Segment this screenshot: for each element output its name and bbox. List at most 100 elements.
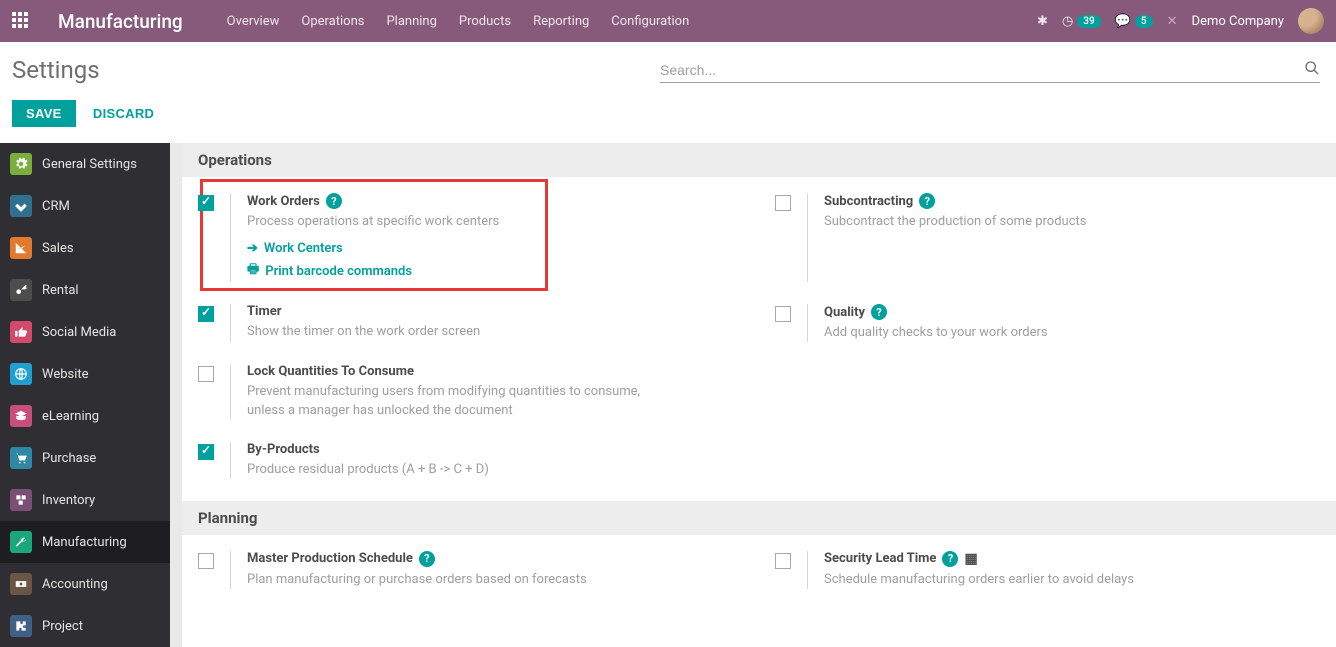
link-print-barcode[interactable]: 🖶 Print barcode commands	[247, 260, 743, 282]
settings-sidebar: General Settings CRM Sales Rental Social…	[0, 143, 170, 647]
setting-title-label: Subcontracting	[824, 194, 913, 209]
sidebar-item-label: Manufacturing	[42, 535, 127, 550]
sidebar-item-label: Website	[42, 367, 89, 382]
activities-button[interactable]: ◷ 39	[1062, 14, 1101, 29]
search-input[interactable]	[660, 58, 1304, 82]
messages-badge: 5	[1135, 15, 1153, 28]
subheader: Settings	[0, 42, 1336, 90]
setting-desc: Produce residual products (A + B -> C + …	[247, 461, 667, 479]
search-icon[interactable]	[1304, 60, 1320, 80]
sidebar-item-label: Sales	[42, 241, 74, 256]
setting-title-label: Security Lead Time	[824, 551, 936, 566]
sidebar-item-label: Inventory	[42, 493, 95, 508]
gear-icon	[10, 153, 32, 175]
key-icon	[10, 279, 32, 301]
setting-title-label: By-Products	[247, 442, 320, 457]
setting-title-label: Timer	[247, 304, 282, 319]
sidebar-item-purchase[interactable]: Purchase	[0, 437, 170, 479]
sidebar-item-elearning[interactable]: eLearning	[0, 395, 170, 437]
sidebar-item-general-settings[interactable]: General Settings	[0, 143, 170, 185]
section-operations-title: Operations	[182, 143, 1336, 177]
setting-by-products: By-Products Produce residual products (A…	[182, 426, 759, 501]
setting-desc: Subcontract the production of some produ…	[824, 213, 1244, 231]
print-icon: 🖶	[247, 260, 259, 282]
help-icon[interactable]: ?	[919, 193, 935, 209]
search-field[interactable]	[660, 58, 1320, 83]
setting-title-label: Master Production Schedule	[247, 551, 413, 566]
help-icon[interactable]: ?	[942, 551, 958, 567]
top-navbar: Manufacturing Overview Operations Planni…	[0, 0, 1336, 42]
setting-title-label: Quality	[824, 305, 865, 320]
sidebar-item-label: Social Media	[42, 325, 116, 340]
help-icon[interactable]: ?	[326, 193, 342, 209]
sidebar-item-label: Project	[42, 619, 83, 634]
help-icon[interactable]: ?	[419, 551, 435, 567]
activities-badge: 39	[1077, 15, 1100, 28]
nav-links: Overview Operations Planning Products Re…	[227, 14, 690, 29]
sidebar-item-social[interactable]: Social Media	[0, 311, 170, 353]
checkbox-work-orders[interactable]	[198, 195, 214, 211]
nav-products[interactable]: Products	[459, 14, 511, 29]
app-brand: Manufacturing	[58, 10, 183, 33]
user-avatar[interactable]	[1298, 8, 1324, 34]
sidebar-item-website[interactable]: Website	[0, 353, 170, 395]
nav-overview[interactable]: Overview	[227, 14, 280, 29]
nav-operations[interactable]: Operations	[301, 14, 364, 29]
sidebar-item-crm[interactable]: CRM	[0, 185, 170, 227]
sidebar-item-label: Purchase	[42, 451, 96, 466]
globe-icon	[10, 363, 32, 385]
setting-title-label: Work Orders	[247, 194, 320, 209]
checkbox-mps[interactable]	[198, 553, 214, 569]
link-label: Print barcode commands	[265, 264, 412, 279]
setting-quality: Quality ? Add quality checks to your wor…	[759, 288, 1336, 348]
link-work-centers[interactable]: ➔Work Centers	[247, 241, 743, 256]
sidebar-scrollbar[interactable]	[170, 143, 182, 647]
setting-mps: Master Production Schedule ? Plan manufa…	[182, 535, 759, 595]
sidebar-item-manufacturing[interactable]: Manufacturing	[0, 521, 170, 563]
checkbox-timer[interactable]	[198, 306, 214, 322]
apps-icon[interactable]	[12, 12, 30, 30]
wrench-icon[interactable]: ✕	[1167, 14, 1178, 29]
setting-desc: Add quality checks to your work orders	[824, 324, 1244, 342]
discard-button[interactable]: DISCARD	[79, 100, 168, 127]
cap-icon	[10, 405, 32, 427]
setting-desc: Process operations at specific work cent…	[247, 213, 667, 231]
help-icon[interactable]: ?	[871, 304, 887, 320]
setting-desc: Show the timer on the work order screen	[247, 323, 667, 341]
settings-content: Operations Work Orders ? Process operati…	[182, 143, 1336, 647]
sidebar-item-rental[interactable]: Rental	[0, 269, 170, 311]
checkbox-quality[interactable]	[775, 306, 791, 322]
save-button[interactable]: SAVE	[12, 100, 76, 127]
sidebar-item-label: Rental	[42, 283, 79, 298]
sidebar-item-sales[interactable]: Sales	[0, 227, 170, 269]
checkbox-security-lead-time[interactable]	[775, 553, 791, 569]
thumb-icon	[10, 321, 32, 343]
checkbox-by-products[interactable]	[198, 444, 214, 460]
section-planning-title: Planning	[182, 501, 1336, 535]
money-icon	[10, 573, 32, 595]
setting-desc: Plan manufacturing or purchase orders ba…	[247, 571, 667, 589]
boxes-icon	[10, 489, 32, 511]
nav-configuration[interactable]: Configuration	[611, 14, 689, 29]
sidebar-item-project[interactable]: Project	[0, 605, 170, 647]
sidebar-item-accounting[interactable]: Accounting	[0, 563, 170, 605]
chat-icon: 💬	[1115, 14, 1131, 29]
nav-reporting[interactable]: Reporting	[533, 14, 589, 29]
wrench-icon	[10, 531, 32, 553]
checkbox-lock-quantities[interactable]	[198, 366, 214, 382]
checkbox-subcontracting[interactable]	[775, 195, 791, 211]
company-menu[interactable]: Demo Company	[1192, 14, 1284, 29]
action-bar: SAVE DISCARD	[0, 90, 1336, 143]
nav-planning[interactable]: Planning	[386, 14, 436, 29]
sidebar-item-inventory[interactable]: Inventory	[0, 479, 170, 521]
puzzle-icon	[10, 615, 32, 637]
bug-icon[interactable]: ✱	[1037, 14, 1048, 29]
setting-work-orders: Work Orders ? Process operations at spec…	[182, 177, 759, 288]
setting-subcontracting: Subcontracting ? Subcontract the product…	[759, 177, 1336, 288]
setting-title-label: Lock Quantities To Consume	[247, 364, 414, 379]
setting-lock-quantities: Lock Quantities To Consume Prevent manuf…	[182, 348, 759, 425]
messages-button[interactable]: 💬 5	[1115, 14, 1153, 29]
link-label: Work Centers	[264, 241, 343, 256]
sidebar-item-label: Accounting	[42, 577, 108, 592]
clock-icon: ◷	[1062, 14, 1073, 29]
